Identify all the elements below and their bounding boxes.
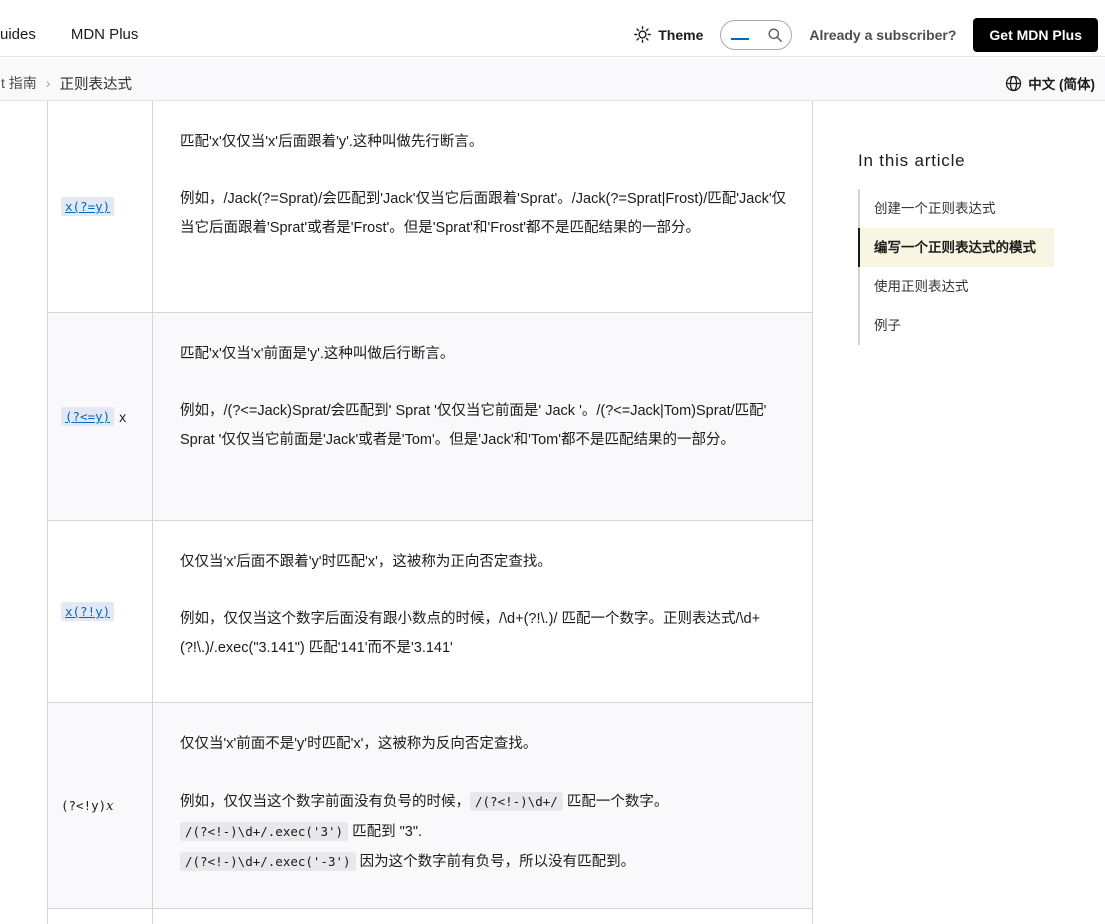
globe-icon xyxy=(1006,75,1022,91)
description-paragraph: 仅仅当'x'前面不是'y'时匹配'x'，这被称为反向否定查找。 xyxy=(180,736,538,752)
search-input[interactable] xyxy=(720,19,793,50)
description-paragraph: 匹配'x'仅仅当'x'后面跟着'y'.这种叫做先行断言。 xyxy=(180,134,484,150)
toc-item-use-regex[interactable]: 使用正则表达式 xyxy=(860,267,1054,306)
description-paragraph: 匹配'x'仅当'x'前面是'y'.这种叫做后行断言。 xyxy=(180,346,455,362)
inline-code: /(?<!-)\d+/.exec('3') xyxy=(180,822,349,841)
syntax-link[interactable]: x(?!y) xyxy=(61,602,115,621)
syntax-cell: (?<!y)x xyxy=(48,703,153,908)
syntax-suffix: x xyxy=(119,408,127,425)
search-caret xyxy=(731,37,750,40)
description-text: 因为这个数字前有负号，所以没有匹配到。 xyxy=(355,854,636,870)
top-navigation: uides MDN Plus Theme Already a subscribe… xyxy=(0,0,1105,57)
description-cell: 仅仅当'x'前面不是'y'时匹配'x'，这被称为反向否定查找。 例如，仅仅当这个… xyxy=(153,703,812,908)
toc-item-examples[interactable]: 例子 xyxy=(860,306,1054,345)
description-cell: 匹配'x'仅仅当'x'后面跟着'y'.这种叫做先行断言。 例如，/Jack(?=… xyxy=(153,101,812,312)
regex-assertions-table: x(?=y) 匹配'x'仅仅当'x'后面跟着'y'.这种叫做先行断言。 例如，/… xyxy=(47,101,813,924)
table-row: (?<=y) x 匹配'x'仅当'x'前面是'y'.这种叫做后行断言。 例如，/… xyxy=(48,313,812,521)
nav-item-guides[interactable]: uides xyxy=(0,26,36,43)
theme-label: Theme xyxy=(658,26,704,43)
table-row: (?<!y)x 仅仅当'x'前面不是'y'时匹配'x'，这被称为反向否定查找。 … xyxy=(48,703,812,909)
description-text: 匹配到 "3". xyxy=(348,824,422,840)
description-cell xyxy=(153,909,812,924)
description-paragraph: 例如，仅仅当这个数字后面没有跟小数点的时候，/\d+(?!\.)/ 匹配一个数字… xyxy=(180,611,761,656)
get-mdn-plus-button[interactable]: Get MDN Plus xyxy=(973,17,1098,52)
table-row xyxy=(48,909,812,924)
description-paragraph: 例如，/Jack(?=Sprat)/会匹配到'Jack'仅当它后面跟着'Spra… xyxy=(180,191,787,236)
breadcrumb-bar: t 指南 › 正则表达式 中文 (简体) xyxy=(0,58,1105,101)
language-label: 中文 (简体) xyxy=(1028,77,1095,92)
theme-toggle-button[interactable]: Theme xyxy=(634,26,703,43)
description-cell: 仅仅当'x'后面不跟着'y'时匹配'x'，这被称为正向否定查找。 例如，仅仅当这… xyxy=(153,521,812,702)
syntax-cell: (?<=y) x xyxy=(48,313,153,520)
sun-icon xyxy=(634,26,652,43)
toc-list: 创建一个正则表达式 编写一个正则表达式的模式 使用正则表达式 例子 xyxy=(858,189,1054,345)
in-this-article-sidebar: In this article 创建一个正则表达式 编写一个正则表达式的模式 使… xyxy=(858,145,1054,345)
syntax-variable: x xyxy=(106,798,114,814)
description-paragraph: 仅仅当'x'后面不跟着'y'时匹配'x'，这被称为正向否定查找。 xyxy=(180,554,552,570)
language-switcher[interactable]: 中文 (简体) xyxy=(1005,73,1095,93)
syntax-code: (?<!y)x xyxy=(61,797,114,814)
description-paragraph: 例如，仅仅当这个数字前面没有负号的时候，/(?<!-)\d+/ 匹配一个数字。 … xyxy=(180,787,787,877)
breadcrumb: t 指南 › 正则表达式 xyxy=(1,73,132,94)
description-cell: 匹配'x'仅当'x'前面是'y'.这种叫做后行断言。 例如，/(?<=Jack)… xyxy=(153,313,812,520)
toc-title: In this article xyxy=(858,151,966,170)
table-row: x(?!y) 仅仅当'x'后面不跟着'y'时匹配'x'，这被称为正向否定查找。 … xyxy=(48,521,812,703)
subscriber-link[interactable]: Already a subscriber? xyxy=(809,27,956,43)
nav-actions: Theme Already a subscriber? Get MDN Plus xyxy=(634,12,1098,57)
description-text: 匹配一个数字。 xyxy=(562,794,669,810)
nav-item-mdn-plus[interactable]: MDN Plus xyxy=(71,26,139,43)
description-paragraph: 例如，/(?<=Jack)Sprat/会匹配到' Sprat '仅仅当它前面是'… xyxy=(180,403,767,448)
inline-code: /(?<!-)\d+/.exec('-3') xyxy=(180,852,356,871)
syntax-link[interactable]: x(?=y) xyxy=(61,197,115,216)
breadcrumb-current[interactable]: 正则表达式 xyxy=(59,73,132,94)
breadcrumb-parent[interactable]: t 指南 xyxy=(1,73,37,93)
toc-item-write-regex-pattern[interactable]: 编写一个正则表达式的模式 xyxy=(858,228,1054,267)
syntax-cell: x(?=y) xyxy=(48,101,153,312)
inline-code: /(?<!-)\d+/ xyxy=(470,792,563,811)
syntax-cell xyxy=(48,909,153,924)
main-menu: uides MDN Plus xyxy=(0,26,138,43)
description-text: 例如，仅仅当这个数字前面没有负号的时候， xyxy=(180,794,470,810)
search-icon[interactable] xyxy=(767,27,783,43)
table-row: x(?=y) 匹配'x'仅仅当'x'后面跟着'y'.这种叫做先行断言。 例如，/… xyxy=(48,101,812,313)
chevron-right-icon: › xyxy=(45,75,51,91)
toc-item-create-regex[interactable]: 创建一个正则表达式 xyxy=(860,189,1054,228)
syntax-link[interactable]: (?<=y) xyxy=(61,407,115,426)
syntax-cell: x(?!y) xyxy=(48,521,153,702)
